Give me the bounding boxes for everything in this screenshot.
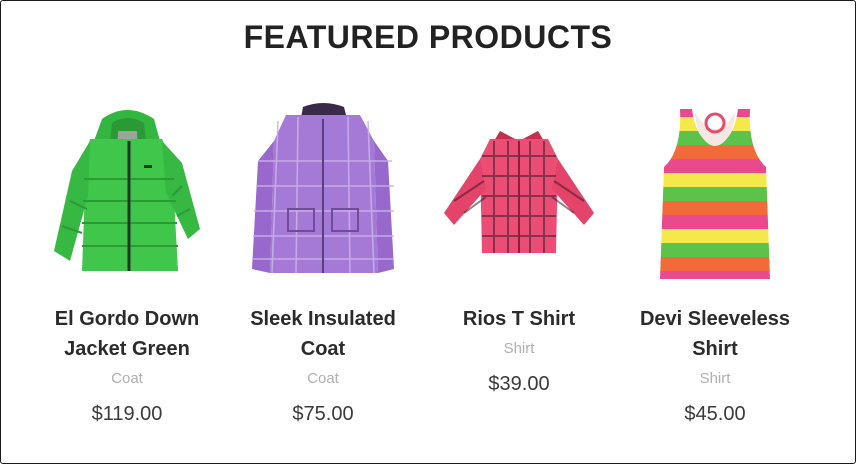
- striped-tank-top-image[interactable]: [620, 101, 810, 286]
- product-category: Shirt: [699, 370, 731, 387]
- product-name[interactable]: Sleek Insulated Coat: [228, 304, 418, 364]
- product-price: $119.00: [91, 403, 163, 425]
- section-title: FEATURED PRODUCTS: [243, 19, 613, 55]
- product-card[interactable]: Rios T Shirt Shirt $39.00: [424, 101, 614, 396]
- product-name[interactable]: Rios T Shirt: [424, 304, 614, 334]
- pink-plaid-shirt-image[interactable]: [424, 101, 614, 286]
- product-name[interactable]: El Gordo Down Jacket Green: [32, 304, 222, 364]
- product-category: Coat: [307, 370, 339, 387]
- product-price: $39.00: [488, 373, 550, 395]
- product-category: Shirt: [503, 340, 535, 357]
- product-price: $45.00: [684, 403, 746, 425]
- product-card[interactable]: El Gordo Down Jacket Green Coat $119.00: [32, 101, 222, 426]
- featured-products-panel: FEATURED PRODUCTS El Gordo Down Jacket G…: [0, 0, 856, 464]
- product-name[interactable]: Devi Sleeveless Shirt: [620, 304, 810, 364]
- product-category: Coat: [111, 370, 143, 387]
- product-card[interactable]: Sleek Insulated Coat Coat $75.00: [228, 101, 418, 426]
- purple-plaid-coat-image[interactable]: [228, 101, 418, 286]
- product-price: $75.00: [292, 403, 354, 425]
- product-card[interactable]: Devi Sleeveless Shirt Shirt $45.00: [620, 101, 810, 426]
- green-puffer-jacket-image[interactable]: [32, 101, 222, 286]
